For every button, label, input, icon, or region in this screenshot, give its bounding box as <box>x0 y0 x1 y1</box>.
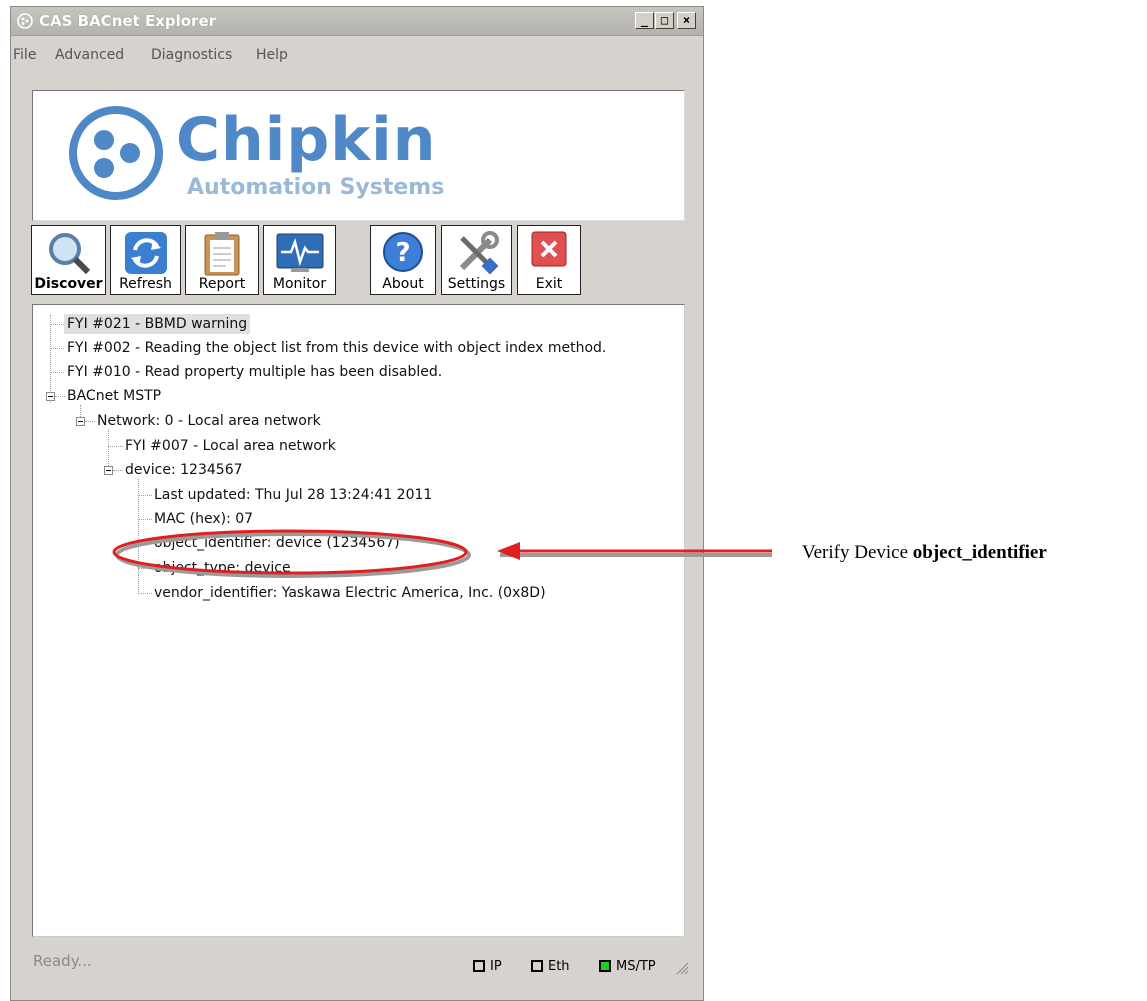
exit-label: Exit <box>535 276 563 292</box>
close-button[interactable]: × <box>677 12 696 29</box>
collapse-toggle-device[interactable] <box>104 466 113 475</box>
tree-node-fyi-007[interactable]: FYI #007 - Local area network <box>125 436 336 456</box>
tree-node-device[interactable]: device: 1234567 <box>125 460 243 480</box>
app-window: CAS BACnet Explorer _ □ × File Advanced … <box>10 6 704 1001</box>
tree-connector <box>138 568 152 569</box>
report-label: Report <box>198 276 246 292</box>
tree-connector <box>85 421 95 422</box>
menu-help[interactable]: Help <box>256 47 288 63</box>
tree-connector <box>138 543 152 544</box>
ip-indicator-box <box>473 960 485 972</box>
eth-indicator-label: Eth <box>548 959 570 974</box>
refresh-button[interactable]: Refresh <box>110 225 181 295</box>
maximize-button[interactable]: □ <box>655 12 674 29</box>
help-icon: ? <box>383 232 423 272</box>
tree-connector <box>138 479 139 594</box>
tree-connector <box>50 324 64 325</box>
discover-button[interactable]: Discover <box>31 225 106 295</box>
mstp-indicator: MS/TP <box>599 959 656 974</box>
resize-grip-icon[interactable] <box>675 961 689 975</box>
collapse-toggle-bacnet[interactable] <box>46 392 55 401</box>
annotation-bold: object_identifier <box>912 542 1047 563</box>
tree-connector <box>50 372 64 373</box>
tree-node-fyi-002[interactable]: FYI #002 - Reading the object list from … <box>67 338 606 358</box>
status-text: Ready... <box>33 952 92 970</box>
device-tree[interactable]: FYI #021 - BBMD warning FYI #002 - Readi… <box>32 304 685 937</box>
close-icon <box>531 231 567 267</box>
tree-connector <box>55 396 65 397</box>
svg-text:?: ? <box>395 238 410 268</box>
collapse-toggle-network[interactable] <box>76 417 85 426</box>
annotation-text: Verify Device object_identifier <box>802 542 1047 564</box>
status-bar: Ready... IP Eth MS/TP <box>31 947 691 977</box>
tree-node-fyi-021[interactable]: FYI #021 - BBMD warning <box>64 314 251 334</box>
toolbar: Discover Refresh Report Monitor ? About … <box>31 225 601 297</box>
settings-label: Settings <box>447 276 506 292</box>
logo-panel: Chipkin Automation Systems <box>32 90 685 221</box>
mstp-indicator-box <box>599 960 611 972</box>
eth-indicator: Eth <box>531 959 570 974</box>
monitor-icon <box>276 233 323 272</box>
logo-wordmark: Chipkin <box>176 105 437 175</box>
discover-label: Discover <box>34 276 103 292</box>
report-button[interactable]: Report <box>185 225 259 295</box>
tree-connector <box>108 446 123 447</box>
about-label: About <box>382 276 424 292</box>
mstp-indicator-label: MS/TP <box>616 959 656 974</box>
tree-connector <box>138 593 152 594</box>
tree-node-bacnet-mstp[interactable]: BACnet MSTP <box>67 386 161 406</box>
monitor-label: Monitor <box>272 276 327 292</box>
ip-indicator: IP <box>473 959 502 974</box>
refresh-icon <box>124 232 167 274</box>
refresh-label: Refresh <box>119 276 172 292</box>
minimize-button[interactable]: _ <box>635 12 654 29</box>
chipkin-logo-icon <box>69 106 163 200</box>
tree-node-network[interactable]: Network: 0 - Local area network <box>97 411 321 431</box>
menu-bar: File Advanced Diagnostics Help <box>11 45 701 67</box>
settings-button[interactable]: Settings <box>441 225 512 295</box>
tree-connector <box>113 470 123 471</box>
monitor-button[interactable]: Monitor <box>263 225 336 295</box>
tree-connector <box>50 348 64 349</box>
tree-connector <box>138 519 152 520</box>
menu-diagnostics[interactable]: Diagnostics <box>151 47 232 63</box>
title-bar[interactable]: CAS BACnet Explorer _ □ × <box>11 7 703 36</box>
menu-file[interactable]: File <box>13 47 36 63</box>
window-title: CAS BACnet Explorer <box>39 12 217 30</box>
tree-node-object-identifier[interactable]: object_identifier: device (1234567) <box>154 533 400 553</box>
exit-button[interactable]: Exit <box>517 225 581 295</box>
tree-node-mac[interactable]: MAC (hex): 07 <box>154 509 253 529</box>
about-button[interactable]: ? About <box>370 225 436 295</box>
tree-connector <box>50 315 51 403</box>
tools-icon <box>459 231 499 275</box>
ip-indicator-label: IP <box>490 959 502 974</box>
tree-node-vendor-identifier[interactable]: vendor_identifier: Yaskawa Electric Amer… <box>154 583 546 603</box>
clipboard-icon <box>204 232 240 276</box>
menu-advanced[interactable]: Advanced <box>55 47 124 63</box>
tree-node-last-updated[interactable]: Last updated: Thu Jul 28 13:24:41 2011 <box>154 485 432 505</box>
app-icon <box>17 13 33 29</box>
logo-subtitle: Automation Systems <box>187 175 445 200</box>
tree-node-object-type[interactable]: object_type: device <box>154 558 291 578</box>
tree-node-fyi-010[interactable]: FYI #010 - Read property multiple has be… <box>67 362 442 382</box>
eth-indicator-box <box>531 960 543 972</box>
magnifier-icon <box>48 233 90 275</box>
tree-connector <box>138 495 152 496</box>
annotation-prefix: Verify Device <box>802 542 913 563</box>
